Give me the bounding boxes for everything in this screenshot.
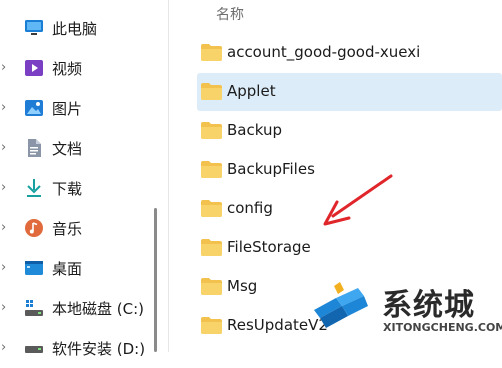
nav-scrollbar[interactable] xyxy=(154,208,157,352)
folder-row[interactable]: Backup xyxy=(197,112,502,150)
folder-icon xyxy=(201,122,222,139)
folder-icon xyxy=(201,44,222,61)
nav-label: 本地磁盘 (C:) xyxy=(52,300,144,318)
folder-name: config xyxy=(227,199,273,217)
watermark-url: XITONGCHENG.COM xyxy=(383,321,502,334)
pc-icon xyxy=(25,20,43,35)
folder-row[interactable]: account_good-good-xuexi xyxy=(197,34,502,72)
music-icon xyxy=(25,219,43,237)
chevron-right-icon[interactable]: › xyxy=(1,221,11,234)
navigation-pane: 此电脑 › 视频 › 图片 › 文档 › 下载 › 音乐 › 桌面 › 本地磁盘… xyxy=(0,0,158,358)
nav-item-downloads[interactable]: › 下载 xyxy=(0,168,150,208)
annotation-arrow-icon xyxy=(323,174,393,226)
chevron-right-icon[interactable]: › xyxy=(1,261,11,274)
nav-label: 此电脑 xyxy=(52,20,98,38)
video-icon xyxy=(25,60,43,76)
documents-icon xyxy=(28,139,41,157)
nav-label: 视频 xyxy=(52,60,83,78)
folder-name: Msg xyxy=(227,277,258,295)
chevron-right-icon[interactable]: › xyxy=(1,101,11,114)
folder-icon xyxy=(201,83,222,100)
folder-name: BackupFiles xyxy=(227,160,315,178)
nav-item-videos[interactable]: › 视频 xyxy=(0,48,150,88)
folder-row-selected[interactable]: Applet xyxy=(197,73,502,111)
nav-item-desktop[interactable]: › 桌面 xyxy=(0,248,150,288)
nav-label: 桌面 xyxy=(52,260,83,278)
folder-name: Applet xyxy=(227,82,276,100)
nav-item-pictures[interactable]: › 图片 xyxy=(0,88,150,128)
folder-name: Backup xyxy=(227,121,282,139)
folder-icon xyxy=(201,239,222,256)
folder-icon xyxy=(201,200,222,217)
chevron-right-icon[interactable]: › xyxy=(1,341,11,354)
desktop-icon xyxy=(25,261,43,275)
chevron-right-icon[interactable]: › xyxy=(1,301,11,314)
folder-name: FileStorage xyxy=(227,238,311,256)
folder-name: account_good-good-xuexi xyxy=(227,43,421,61)
folder-row[interactable]: FileStorage xyxy=(197,229,502,267)
nav-item-this-pc[interactable]: 此电脑 xyxy=(0,8,150,48)
drive-icon xyxy=(25,346,43,353)
downloads-icon xyxy=(27,179,41,197)
watermark-logo-icon xyxy=(314,282,368,328)
chevron-right-icon[interactable]: › xyxy=(1,181,11,194)
drive-icon xyxy=(25,300,43,316)
chevron-right-icon[interactable]: › xyxy=(1,141,11,154)
nav-item-drive-d[interactable]: › 软件安装 (D:) xyxy=(0,328,150,368)
chevron-right-icon[interactable]: › xyxy=(1,61,11,74)
watermark-name: 系统城 xyxy=(382,288,475,323)
column-header-name[interactable]: 名称 xyxy=(216,4,244,24)
nav-item-documents[interactable]: › 文档 xyxy=(0,128,150,168)
folder-icon xyxy=(201,161,222,178)
nav-label: 图片 xyxy=(52,100,83,118)
folder-icon xyxy=(201,317,222,334)
pictures-icon xyxy=(25,100,43,116)
nav-item-drive-c[interactable]: › 本地磁盘 (C:) xyxy=(0,288,150,328)
folder-icon xyxy=(201,278,222,295)
nav-label: 下载 xyxy=(52,180,83,198)
nav-label: 文档 xyxy=(52,140,83,158)
nav-label: 软件安装 (D:) xyxy=(52,340,146,358)
nav-item-music[interactable]: › 音乐 xyxy=(0,208,150,248)
nav-label: 音乐 xyxy=(52,220,83,238)
